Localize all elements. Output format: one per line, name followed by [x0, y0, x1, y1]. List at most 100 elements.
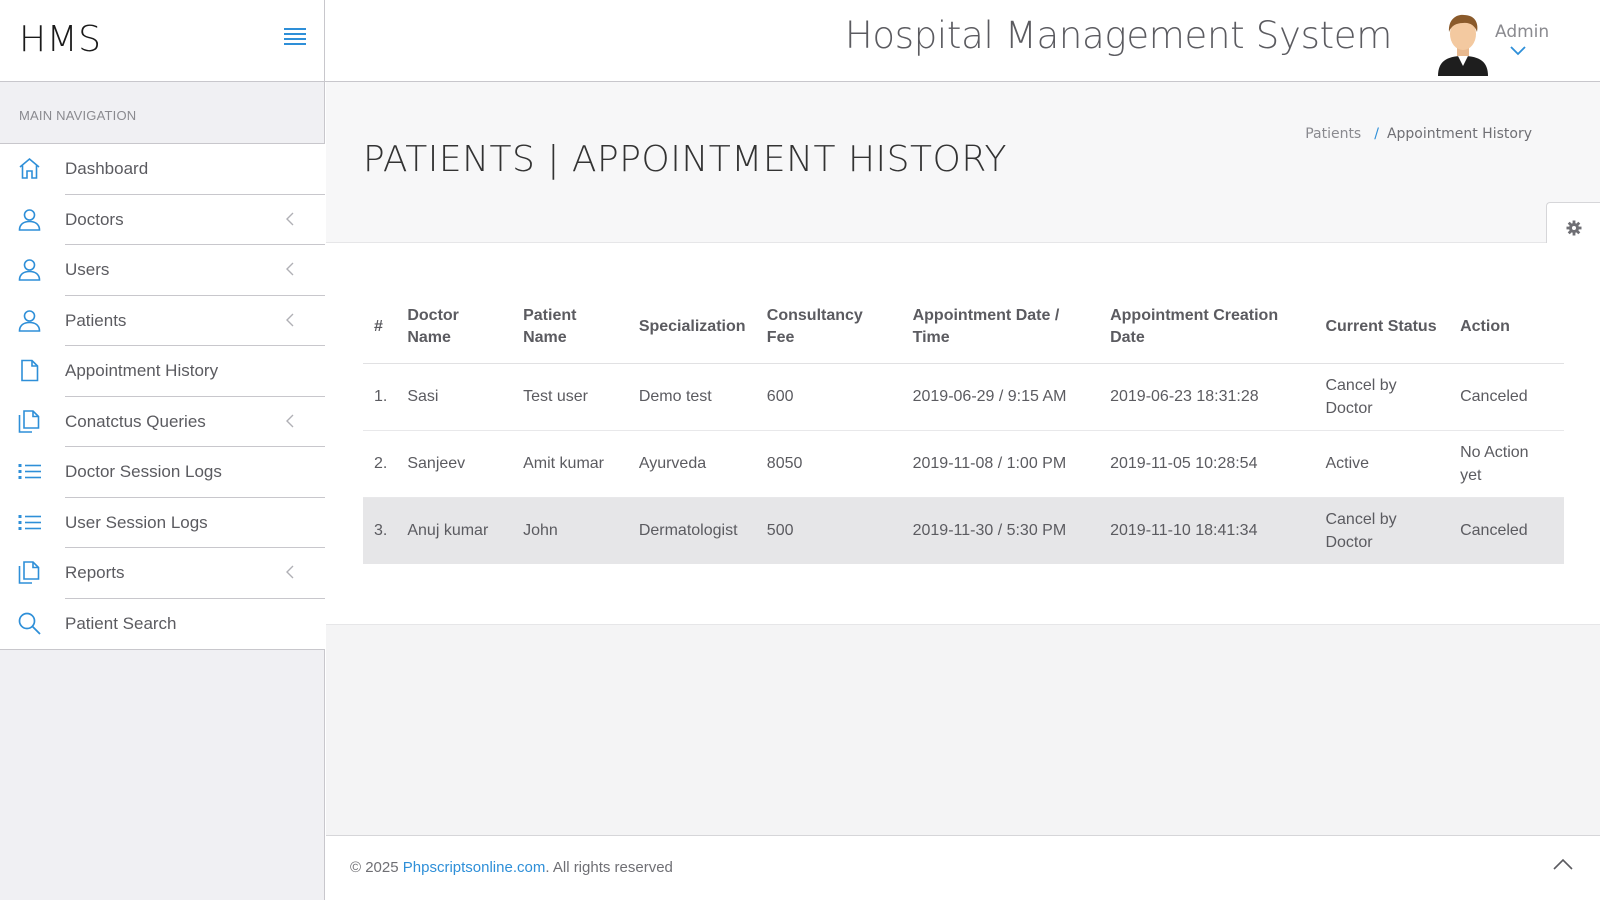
sidebar-item-label: User Session Logs: [65, 512, 208, 532]
table-cell: Active: [1315, 430, 1451, 498]
page-title: PATIENTS | APPOINTMENT HISTORY: [363, 139, 1008, 180]
footer-rights: . All rights reserved: [545, 859, 673, 876]
sidebar-item-label: Appointment History: [65, 361, 219, 380]
sidebar-item-doctors[interactable]: Doctors: [0, 195, 325, 245]
app-title: Hospital Management System: [844, 14, 1392, 57]
table-cell: Cancel by Doctor: [1315, 363, 1451, 431]
table-row: 2. Sanjeev Amit kumar Ayurveda 8050 2019…: [363, 430, 1564, 498]
column-header: Doctor Name: [397, 296, 514, 364]
column-header: Current Status: [1315, 296, 1451, 364]
home-icon: [19, 157, 40, 179]
sidebar-nav: Dashboard Doctors Users Patients Appoint…: [0, 143, 325, 650]
sidebar-item-label: Patient Search: [65, 613, 177, 633]
table-cell: Canceled: [1450, 497, 1564, 564]
table-cell: 2019-11-05 10:28:54: [1100, 430, 1316, 498]
table-row: 1. Sasi Test user Demo test 600 2019-06-…: [363, 363, 1564, 431]
appointment-history-table: # Doctor Name Patient Name Specializatio…: [363, 296, 1564, 564]
column-header: Specialization: [628, 296, 757, 364]
sidebar-item-label: Reports: [65, 563, 125, 582]
sidebar-item-label: Doctor Session Logs: [65, 462, 222, 481]
chevron-left-icon: [286, 565, 294, 579]
sidebar-item-contactus-queries[interactable]: Conatctus Queries: [0, 397, 325, 447]
column-header: Appointment Date / Time: [902, 296, 1101, 364]
brand-area: HMS: [0, 0, 325, 81]
table-cell: 500: [756, 497, 903, 564]
file-icon: [21, 359, 39, 382]
table-cell: 1.: [363, 363, 398, 431]
table-cell: 2.: [363, 430, 398, 498]
sidebar-item-reports[interactable]: Reports: [0, 548, 325, 599]
chevron-left-icon: [286, 414, 294, 427]
breadcrumb-patients[interactable]: Patients: [1305, 126, 1361, 142]
column-header: Appointment Creation Date: [1100, 296, 1316, 364]
sidebar-item-patients[interactable]: Patients: [0, 296, 325, 346]
files-icon: [18, 409, 40, 433]
sidebar-item-doctor-session-logs[interactable]: Doctor Session Logs: [0, 447, 325, 498]
user-icon: [18, 208, 41, 231]
avatar[interactable]: [1436, 12, 1490, 76]
chevron-up-icon[interactable]: [1552, 856, 1574, 872]
column-header: Action: [1450, 296, 1564, 364]
breadcrumb: Patients / Appointment History: [1305, 126, 1532, 142]
brand-logo[interactable]: HMS: [19, 19, 101, 60]
sidebar-item-label: Dashboard: [65, 159, 149, 178]
table-cell: 600: [756, 363, 903, 431]
table-cell: Amit kumar: [513, 430, 629, 498]
sidebar: MAIN NAVIGATION Dashboard Doctors Users …: [0, 82, 325, 900]
table-header-row: # Doctor Name Patient Name Specializatio…: [363, 296, 1564, 364]
table-cell: Anuj kumar: [397, 497, 514, 564]
table-cell: 2019-11-30 / 5:30 PM: [902, 497, 1101, 564]
search-icon: [18, 612, 41, 635]
sidebar-item-label: Doctors: [65, 209, 124, 229]
menu-toggle-icon[interactable]: [284, 28, 306, 48]
sidebar-item-dashboard[interactable]: Dashboard: [0, 144, 325, 195]
chevron-left-icon: [286, 212, 294, 225]
sidebar-item-patient-search[interactable]: Patient Search: [0, 599, 325, 650]
sidebar-item-label: Conatctus Queries: [65, 411, 206, 431]
chevron-left-icon: [286, 262, 294, 276]
column-header: Consultancy Fee: [756, 296, 903, 364]
table-cell: 3.: [363, 497, 398, 564]
table-cell: 8050: [756, 430, 903, 498]
table-cell: Canceled: [1450, 363, 1564, 431]
table-cell: 2019-11-10 18:41:34: [1100, 497, 1316, 564]
nav-heading: MAIN NAVIGATION: [19, 108, 137, 123]
top-header: HMS Hospital Management System Admin: [0, 0, 1600, 82]
sidebar-item-users[interactable]: Users: [0, 245, 325, 296]
footer-link[interactable]: Phpscriptsonline.com: [403, 859, 546, 876]
list-icon: [18, 464, 41, 479]
table-row: 3. Anuj kumar John Dermatologist 500 201…: [363, 497, 1564, 564]
sidebar-item-label: Patients: [65, 310, 127, 330]
breadcrumb-current: Appointment History: [1386, 126, 1532, 142]
table-cell: 2019-11-08 / 1:00 PM: [902, 430, 1101, 498]
table-cell: Sasi: [397, 363, 514, 431]
table-cell: John: [513, 497, 629, 564]
table-cell: Demo test: [628, 363, 757, 431]
column-header: Patient Name: [513, 296, 629, 364]
table-cell: 2019-06-23 18:31:28: [1100, 363, 1316, 431]
gear-icon: [1566, 220, 1582, 236]
column-header: #: [363, 296, 398, 364]
page-header: PATIENTS | APPOINTMENT HISTORY Patients /…: [326, 82, 1600, 243]
table-cell: Test user: [513, 363, 629, 431]
content-panel: # Doctor Name Patient Name Specializatio…: [326, 243, 1600, 625]
chevron-left-icon: [286, 313, 294, 326]
sidebar-item-label: Users: [65, 260, 110, 279]
user-icon: [18, 309, 41, 332]
table-cell: Ayurveda: [628, 430, 757, 498]
footer-copyright: © 2025: [350, 859, 403, 876]
chevron-down-icon[interactable]: [1508, 44, 1528, 58]
sidebar-item-appointment-history[interactable]: Appointment History: [0, 346, 325, 397]
user-icon: [18, 259, 41, 281]
footer-text: © 2025 Phpscriptsonline.com. All rights …: [350, 859, 673, 876]
files-icon: [18, 561, 40, 584]
list-icon: [18, 514, 41, 530]
table-cell: Dermatologist: [628, 497, 757, 564]
table-cell: Cancel by Doctor: [1315, 497, 1451, 564]
sidebar-item-user-session-logs[interactable]: User Session Logs: [0, 498, 325, 548]
table-cell: 2019-06-29 / 9:15 AM: [902, 363, 1101, 431]
table-cell: No Action yet: [1450, 430, 1564, 498]
table-cell: Sanjeev: [397, 430, 514, 498]
user-name[interactable]: Admin: [1495, 22, 1549, 42]
main-content: PATIENTS | APPOINTMENT HISTORY Patients /…: [326, 82, 1600, 900]
